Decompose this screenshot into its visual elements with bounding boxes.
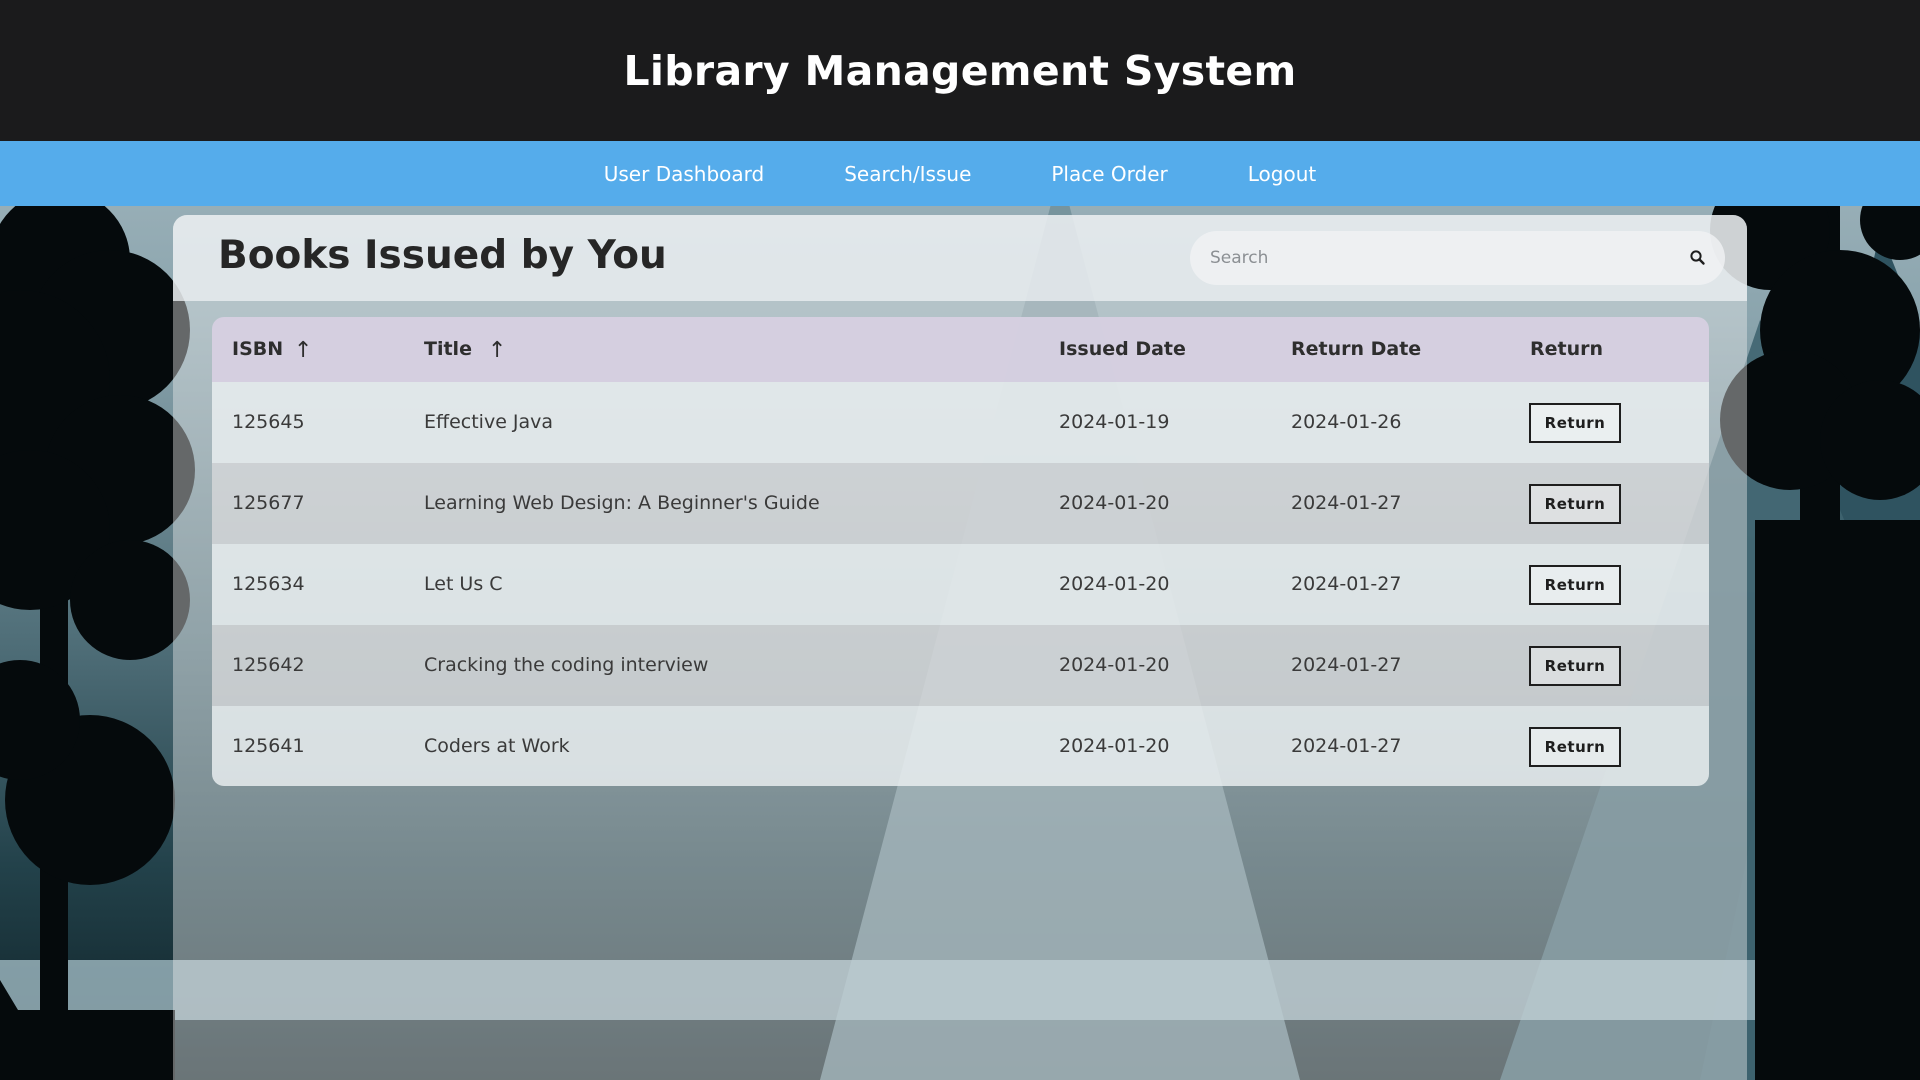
table-row: 125634 Let Us C 2024-01-20 2024-01-27 Re…: [212, 544, 1709, 625]
cell-issued-date: 2024-01-19: [1059, 411, 1170, 433]
panel-header: Books Issued by You: [173, 215, 1747, 301]
table-row: 125641 Coders at Work 2024-01-20 2024-01…: [212, 706, 1709, 786]
main-nav: User Dashboard Search/Issue Place Order …: [0, 141, 1920, 206]
cell-title: Cracking the coding interview: [424, 654, 709, 676]
nav-logout[interactable]: Logout: [1248, 162, 1316, 186]
cell-title: Learning Web Design: A Beginner's Guide: [424, 492, 820, 514]
cell-issued-date: 2024-01-20: [1059, 573, 1170, 595]
table-row: 125642 Cracking the coding interview 202…: [212, 625, 1709, 706]
column-header-issued-date: Issued Date: [1059, 338, 1186, 360]
sort-title-icon[interactable]: ↑: [488, 317, 506, 382]
page-title: Books Issued by You: [218, 233, 667, 278]
cell-return-date: 2024-01-27: [1291, 492, 1402, 514]
table-row: 125677 Learning Web Design: A Beginner's…: [212, 463, 1709, 544]
sort-isbn-icon[interactable]: ↑: [294, 317, 312, 382]
nav-place-order[interactable]: Place Order: [1051, 162, 1167, 186]
cell-issued-date: 2024-01-20: [1059, 654, 1170, 676]
search-input[interactable]: [1210, 231, 1670, 285]
cell-issued-date: 2024-01-20: [1059, 735, 1170, 757]
app-title: Library Management System: [623, 46, 1297, 95]
cell-return-date: 2024-01-27: [1291, 654, 1402, 676]
issued-books-table: ISBN ↑ Title ↑ Issued Date Return Date R…: [212, 317, 1709, 786]
issued-books-panel: Books Issued by You ISBN ↑ Title ↑ Issue…: [173, 215, 1747, 1080]
cell-issued-date: 2024-01-20: [1059, 492, 1170, 514]
return-button[interactable]: Return: [1529, 565, 1621, 605]
column-header-return: Return: [1530, 338, 1604, 360]
cell-return-date: 2024-01-27: [1291, 735, 1402, 757]
nav-user-dashboard[interactable]: User Dashboard: [604, 162, 764, 186]
cell-title: Effective Java: [424, 411, 554, 433]
cell-isbn: 125641: [232, 735, 305, 757]
table-header: ISBN ↑ Title ↑ Issued Date Return Date R…: [212, 317, 1709, 382]
return-button[interactable]: Return: [1529, 403, 1621, 443]
cell-isbn: 125645: [232, 411, 305, 433]
return-button[interactable]: Return: [1529, 727, 1621, 767]
column-header-return-date: Return Date: [1291, 338, 1422, 360]
app-header: Library Management System: [0, 0, 1920, 141]
cell-return-date: 2024-01-26: [1291, 411, 1402, 433]
column-header-isbn[interactable]: ISBN: [232, 317, 283, 382]
cell-isbn: 125642: [232, 654, 305, 676]
search-icon[interactable]: [1689, 249, 1707, 267]
column-header-title[interactable]: Title: [424, 317, 472, 382]
table-row: 125645 Effective Java 2024-01-19 2024-01…: [212, 382, 1709, 463]
cell-isbn: 125677: [232, 492, 305, 514]
cell-return-date: 2024-01-27: [1291, 573, 1402, 595]
cell-title: Let Us C: [424, 573, 503, 595]
cell-isbn: 125634: [232, 573, 305, 595]
nav-search-issue[interactable]: Search/Issue: [844, 162, 971, 186]
cell-title: Coders at Work: [424, 735, 570, 757]
return-button[interactable]: Return: [1529, 484, 1621, 524]
return-button[interactable]: Return: [1529, 646, 1621, 686]
search-box: [1190, 231, 1725, 285]
